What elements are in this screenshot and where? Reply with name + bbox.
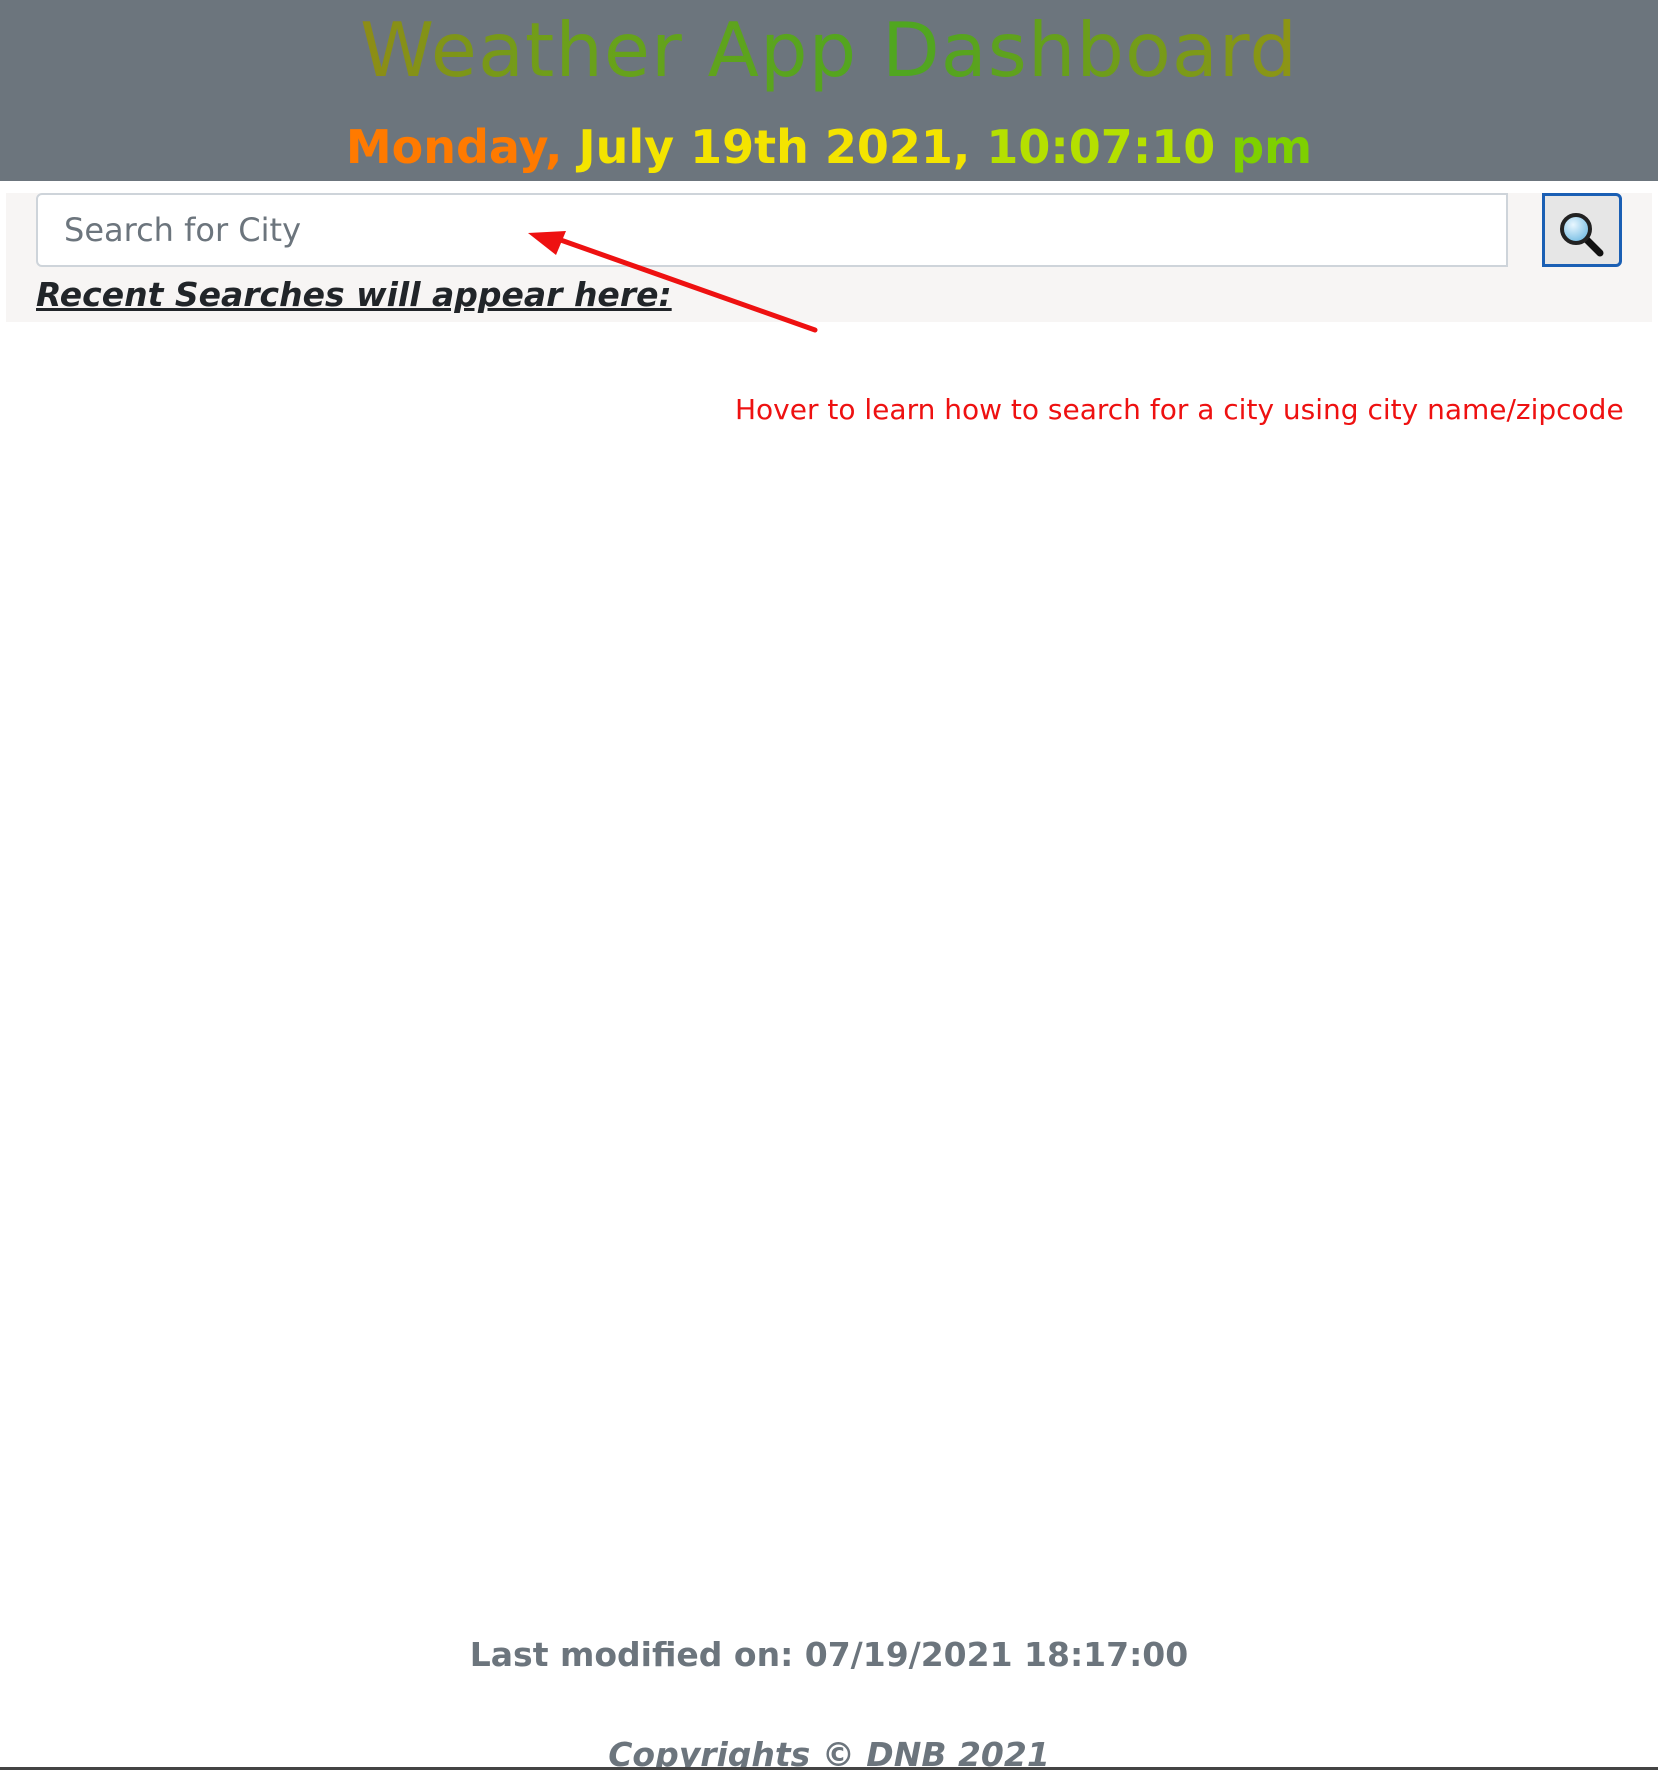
page: Weather App Dashboard Monday, July 19th … <box>0 0 1658 1770</box>
annotation-arrow <box>528 231 818 333</box>
copyright-container: Copyrights © DNB 2021 <box>0 1732 1658 1770</box>
search-help-annotation: Hover to learn how to search for a city … <box>735 393 1624 426</box>
copyright-text: Copyrights © DNB 2021 <box>608 1735 1050 1770</box>
last-modified-text: Last modified on: 07/19/2021 18:17:00 <box>469 1635 1189 1674</box>
